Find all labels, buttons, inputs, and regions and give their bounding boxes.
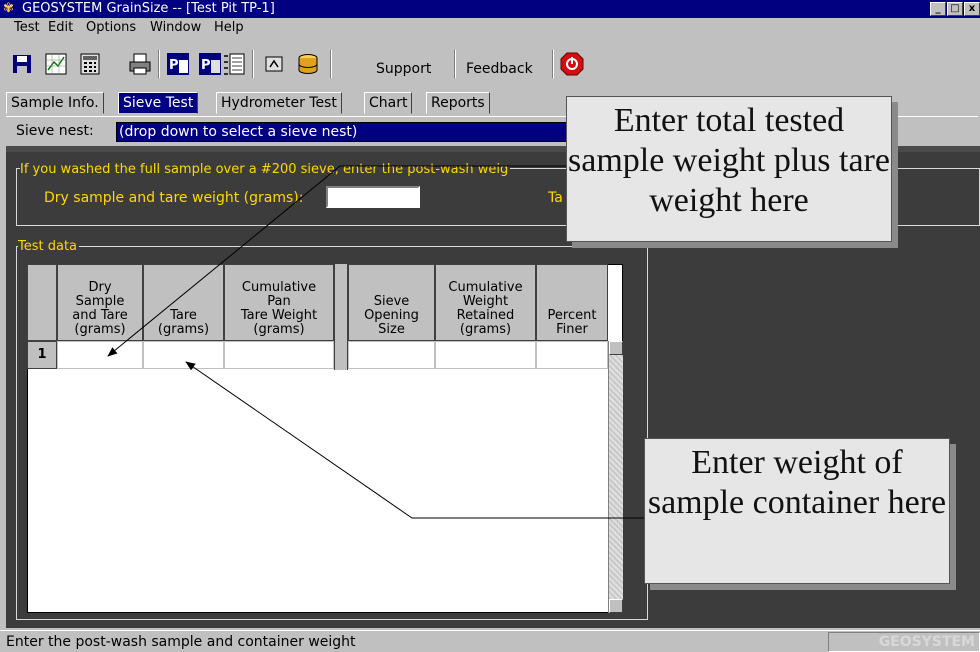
dry-sample-label: Dry sample and tare weight (grams): bbox=[44, 190, 304, 206]
maximize-button[interactable]: □ bbox=[947, 2, 963, 16]
vertical-scrollbar[interactable] bbox=[608, 341, 623, 613]
title-bar: GEOSYSTEM GrainSize -- [Test Pit TP-1] bbox=[0, 0, 980, 18]
tab-sample-info[interactable]: Sample Info. bbox=[6, 92, 104, 114]
report-icon[interactable]: P bbox=[166, 52, 190, 76]
toolbar-separator bbox=[330, 50, 332, 78]
app-icon: ✾ bbox=[3, 1, 14, 16]
chart-icon[interactable] bbox=[44, 52, 68, 76]
sieve-nest-label: Sieve nest: bbox=[16, 123, 94, 139]
header-percent-finer: Percent Finer bbox=[536, 264, 608, 341]
window-title: GEOSYSTEM GrainSize -- [Test Pit TP-1] bbox=[22, 1, 275, 16]
save-icon[interactable] bbox=[10, 52, 34, 76]
grid-divider bbox=[334, 264, 348, 370]
edit-icon[interactable] bbox=[262, 52, 286, 76]
menu-options[interactable]: Options bbox=[86, 20, 136, 36]
toolbar-separator bbox=[552, 50, 554, 78]
callout-total-weight: Enter total tested sample weight plus ta… bbox=[566, 96, 892, 242]
sieve-nest-dropdown[interactable]: (drop down to select a sieve nest) bbox=[116, 122, 568, 142]
report-alt-icon[interactable]: P bbox=[198, 52, 222, 76]
scroll-up-button[interactable] bbox=[609, 341, 623, 355]
wash-prompt: If you washed the full sample over a #20… bbox=[20, 162, 511, 178]
cell-cumulative-weight-retained[interactable] bbox=[435, 341, 536, 369]
dry-sample-input[interactable] bbox=[326, 186, 420, 208]
grid-corner-header bbox=[27, 264, 57, 341]
cell-sieve-opening-size[interactable] bbox=[348, 341, 435, 369]
header-dry-sample-and-tare: Dry Sample and Tare (grams) bbox=[57, 264, 143, 341]
sieve-icon[interactable] bbox=[222, 52, 246, 76]
toolbar-separator bbox=[158, 50, 160, 78]
close-button[interactable]: x bbox=[964, 2, 980, 16]
menu-edit[interactable]: Edit bbox=[48, 20, 73, 36]
svg-text:P: P bbox=[169, 58, 179, 73]
support-button[interactable]: Support bbox=[376, 60, 431, 78]
cell-dry-sample-and-tare[interactable] bbox=[57, 341, 143, 369]
callout-container-weight: Enter weight of sample container here bbox=[644, 438, 950, 584]
toolbar-separator bbox=[252, 50, 254, 78]
tab-chart[interactable]: Chart bbox=[364, 92, 413, 114]
minimize-button[interactable]: _ bbox=[930, 2, 946, 16]
status-message: Enter the post-wash sample and container… bbox=[6, 634, 356, 650]
header-cumulative-weight-retained: Cumulative Weight Retained (grams) bbox=[435, 264, 536, 341]
cell-cumulative-pan-tare[interactable] bbox=[224, 341, 334, 369]
row-number: 1 bbox=[27, 341, 57, 369]
printer-icon[interactable] bbox=[128, 52, 152, 76]
header-cumulative-pan-tare: Cumulative Pan Tare Weight (grams) bbox=[224, 264, 334, 341]
menu-bar: Test Edit Options Window Help bbox=[0, 18, 980, 38]
database-icon[interactable] bbox=[296, 52, 320, 76]
svg-text:P: P bbox=[201, 58, 211, 73]
menu-test[interactable]: Test bbox=[14, 20, 40, 36]
cell-percent-finer[interactable] bbox=[536, 341, 608, 369]
tare-label: Ta bbox=[548, 190, 563, 206]
calculator-icon[interactable] bbox=[78, 52, 102, 76]
cell-tare[interactable] bbox=[143, 341, 224, 369]
toolbar-separator bbox=[454, 50, 456, 78]
tab-reports[interactable]: Reports bbox=[426, 92, 490, 114]
feedback-button[interactable]: Feedback bbox=[466, 60, 533, 78]
toolbar: P P Support Feedback bbox=[0, 40, 980, 90]
header-tare: Tare (grams) bbox=[143, 264, 224, 341]
header-sieve-opening-size: Sieve Opening Size bbox=[348, 264, 435, 341]
stop-icon[interactable] bbox=[560, 52, 584, 76]
menu-help[interactable]: Help bbox=[214, 20, 244, 36]
tab-hydrometer-test[interactable]: Hydrometer Test bbox=[216, 92, 342, 114]
scroll-down-button[interactable] bbox=[609, 599, 623, 613]
menu-window[interactable]: Window bbox=[150, 20, 201, 36]
tab-sieve-test[interactable]: Sieve Test bbox=[118, 92, 199, 114]
test-data-label: Test data bbox=[18, 239, 80, 255]
status-brand: GEOSYSTEM bbox=[828, 632, 980, 652]
